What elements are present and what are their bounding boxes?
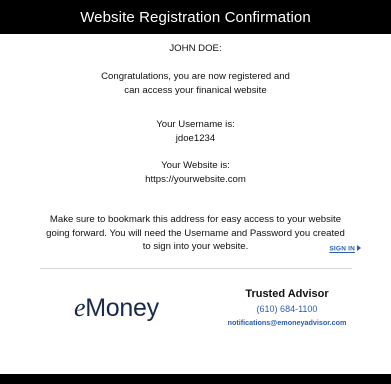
header-bar: Website Registration Confirmation (0, 0, 391, 34)
bookmark-line-1: Make sure to bookmark this address for e… (49, 214, 342, 225)
advisor-contact: Trusted Advisor (610) 684-1100 notificat… (212, 287, 362, 330)
advisor-name: Trusted Advisor (245, 288, 329, 300)
email-body: Website Registration Confirmation JOHN D… (0, 0, 391, 384)
logo-e-letter: e (74, 293, 86, 322)
advisor-email-link[interactable]: notifications@emoneyadvisor.com (212, 316, 362, 330)
footer-bar (0, 374, 391, 384)
congratulations-message: Congratulations, you are now registered … (0, 70, 391, 97)
advisor-phone[interactable]: (610) 684-1100 (212, 302, 362, 316)
play-arrow-icon (357, 245, 361, 251)
sign-in-link[interactable]: SIGN IN (329, 245, 361, 253)
logo-wordmark: Money (85, 294, 159, 322)
username-block: Your Username is: jdoe1234 (0, 118, 391, 145)
header-title: Website Registration Confirmation (80, 8, 311, 26)
website-label: Your Website is: (161, 160, 230, 171)
congratulations-line-1: Congratulations, you are now registered … (101, 71, 290, 82)
divider (40, 268, 352, 269)
website-url[interactable]: https://yourwebsite.com (0, 173, 391, 187)
greeting: JOHN DOE: (169, 43, 222, 54)
bookmark-line-2: going forward. You will need the Usernam… (46, 227, 345, 239)
emoney-logo: eMoney (74, 293, 159, 323)
sign-in-label: SIGN IN (329, 245, 355, 253)
congratulations-line-2: can access your finanical website (124, 84, 267, 96)
website-block: Your Website is: https://yourwebsite.com (0, 159, 391, 186)
username-label: Your Username is: (156, 119, 235, 130)
username-value: jdoe1234 (175, 132, 216, 144)
